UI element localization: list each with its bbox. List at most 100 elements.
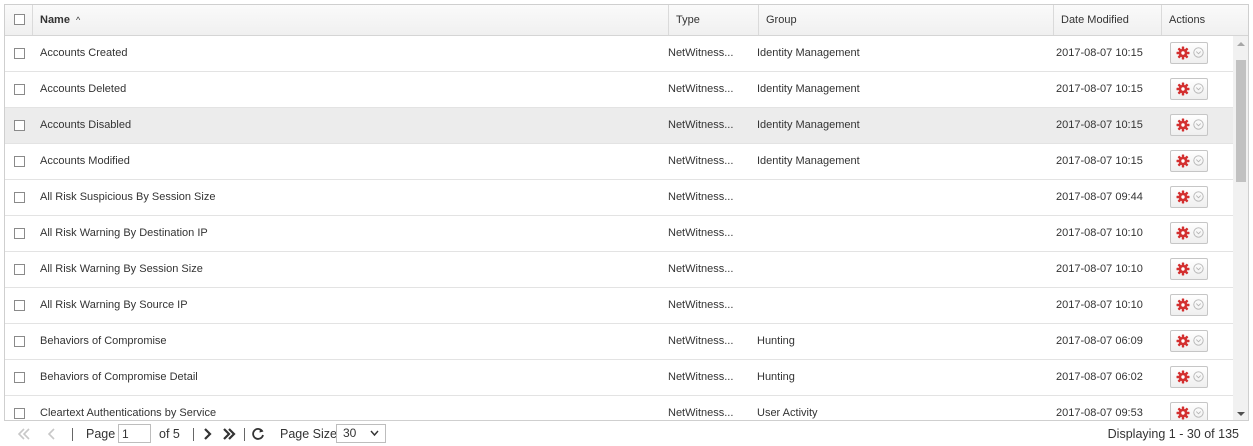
row-checkbox[interactable] bbox=[14, 48, 25, 59]
scrollbar-thumb[interactable] bbox=[1236, 60, 1246, 182]
row-actions-button[interactable] bbox=[1170, 330, 1208, 352]
row-name[interactable]: Accounts Modified bbox=[40, 144, 660, 179]
page-number-input[interactable] bbox=[118, 424, 151, 443]
column-header-name[interactable]: Name ^ bbox=[32, 5, 668, 35]
chevron-down-circle-icon bbox=[1193, 155, 1204, 166]
table-row[interactable]: Accounts Created NetWitness... Identity Ma… bbox=[5, 36, 1233, 72]
row-date-modified: 2017-08-07 10:10 bbox=[1056, 299, 1143, 311]
refresh-icon[interactable] bbox=[250, 426, 266, 442]
chevron-down-circle-icon bbox=[1193, 335, 1204, 346]
row-checkbox[interactable] bbox=[14, 408, 25, 419]
gear-icon bbox=[1176, 190, 1190, 204]
row-group: User Activity bbox=[757, 407, 818, 419]
table-row[interactable]: Accounts Disabled NetWitness... Identity M… bbox=[5, 108, 1233, 144]
chevron-down-circle-icon bbox=[1193, 83, 1204, 94]
row-checkbox[interactable] bbox=[14, 300, 25, 311]
column-header-name-label: Name bbox=[40, 14, 70, 26]
table-row[interactable]: All Risk Warning By Session Size NetWitne… bbox=[5, 252, 1233, 288]
table-row[interactable]: All Risk Warning By Destination IP NetWit… bbox=[5, 216, 1233, 252]
row-name[interactable]: Accounts Created bbox=[40, 36, 660, 71]
column-header-actions: Actions bbox=[1161, 5, 1248, 35]
row-name[interactable]: Behaviors of Compromise bbox=[40, 324, 660, 359]
row-name[interactable]: Cleartext Authentications by Service bbox=[40, 396, 660, 420]
chevron-down-circle-icon bbox=[1193, 371, 1204, 382]
row-date-modified: 2017-08-07 09:44 bbox=[1056, 191, 1143, 203]
row-actions-button[interactable] bbox=[1170, 42, 1208, 64]
row-checkbox[interactable] bbox=[14, 120, 25, 131]
row-type: NetWitness... bbox=[668, 371, 734, 383]
column-header-date-modified[interactable]: Date Modified bbox=[1053, 5, 1161, 35]
table-row[interactable]: All Risk Suspicious By Session Size NetWi… bbox=[5, 180, 1233, 216]
scroll-up-icon[interactable] bbox=[1233, 36, 1249, 52]
row-name[interactable]: Accounts Deleted bbox=[40, 72, 660, 107]
row-type: NetWitness... bbox=[668, 47, 734, 59]
row-actions-button[interactable] bbox=[1170, 402, 1208, 420]
next-page-icon[interactable] bbox=[200, 426, 216, 442]
row-date-modified: 2017-08-07 10:15 bbox=[1056, 119, 1143, 131]
pager-separator bbox=[244, 428, 245, 441]
row-actions-button[interactable] bbox=[1170, 294, 1208, 316]
gear-icon bbox=[1176, 298, 1190, 312]
row-actions-button[interactable] bbox=[1170, 258, 1208, 280]
table-row[interactable]: Accounts Modified NetWitness... Identity M… bbox=[5, 144, 1233, 180]
row-checkbox[interactable] bbox=[14, 192, 25, 203]
row-checkbox[interactable] bbox=[14, 336, 25, 347]
gear-icon bbox=[1176, 154, 1190, 168]
row-type: NetWitness... bbox=[668, 119, 734, 131]
row-actions-button[interactable] bbox=[1170, 78, 1208, 100]
row-date-modified: 2017-08-07 10:15 bbox=[1056, 47, 1143, 59]
row-name[interactable]: Accounts Disabled bbox=[40, 108, 660, 143]
table-row[interactable]: Accounts Deleted NetWitness... Identity Ma… bbox=[5, 72, 1233, 108]
row-actions-button[interactable] bbox=[1170, 366, 1208, 388]
page-size-value: 30 bbox=[343, 426, 357, 440]
row-actions-button[interactable] bbox=[1170, 186, 1208, 208]
row-group: Identity Management bbox=[757, 47, 860, 59]
select-all-checkbox[interactable] bbox=[14, 14, 25, 25]
chevron-down-circle-icon bbox=[1193, 119, 1204, 130]
row-checkbox[interactable] bbox=[14, 84, 25, 95]
vertical-scrollbar[interactable] bbox=[1233, 36, 1249, 421]
chevron-down-circle-icon bbox=[1193, 407, 1204, 418]
row-group: Hunting bbox=[757, 335, 795, 347]
column-header-type[interactable]: Type bbox=[668, 5, 758, 35]
scroll-down-icon[interactable] bbox=[1233, 406, 1249, 421]
table-row[interactable]: Behaviors of Compromise NetWitness... Hunt… bbox=[5, 324, 1233, 360]
chevron-down-circle-icon bbox=[1193, 191, 1204, 202]
row-actions-button[interactable] bbox=[1170, 150, 1208, 172]
pager-separator bbox=[72, 428, 73, 441]
row-name[interactable]: All Risk Suspicious By Session Size bbox=[40, 180, 660, 215]
row-name[interactable]: All Risk Warning By Session Size bbox=[40, 252, 660, 287]
first-page-icon[interactable] bbox=[16, 426, 32, 442]
row-checkbox[interactable] bbox=[14, 372, 25, 383]
row-type: NetWitness... bbox=[668, 407, 734, 419]
row-date-modified: 2017-08-07 10:15 bbox=[1056, 83, 1143, 95]
previous-page-icon[interactable] bbox=[44, 426, 60, 442]
row-group: Identity Management bbox=[757, 155, 860, 167]
table-row[interactable]: All Risk Warning By Source IP NetWitness.… bbox=[5, 288, 1233, 324]
row-checkbox[interactable] bbox=[14, 228, 25, 239]
row-group bbox=[757, 288, 1047, 323]
row-name[interactable]: All Risk Warning By Destination IP bbox=[40, 216, 660, 251]
row-date-modified: 2017-08-07 06:09 bbox=[1056, 335, 1143, 347]
row-group: Identity Management bbox=[757, 119, 860, 131]
gear-icon bbox=[1176, 46, 1190, 60]
table-row[interactable]: Cleartext Authentications by Service NetW… bbox=[5, 396, 1233, 420]
column-header-group[interactable]: Group bbox=[758, 5, 1053, 35]
page-size-select[interactable]: 30 bbox=[336, 424, 386, 443]
last-page-icon[interactable] bbox=[221, 426, 237, 442]
grid-header: Name ^ Type Group Date Modified Actions bbox=[5, 5, 1248, 36]
gear-icon bbox=[1176, 262, 1190, 276]
row-group: Hunting bbox=[757, 371, 795, 383]
row-actions-button[interactable] bbox=[1170, 222, 1208, 244]
row-name[interactable]: All Risk Warning By Source IP bbox=[40, 288, 660, 323]
row-name[interactable]: Behaviors of Compromise Detail bbox=[40, 360, 660, 395]
chevron-down-circle-icon bbox=[1193, 47, 1204, 58]
row-type: NetWitness... bbox=[668, 299, 734, 311]
sort-ascending-icon: ^ bbox=[76, 15, 81, 25]
row-checkbox[interactable] bbox=[14, 156, 25, 167]
table-row[interactable]: Behaviors of Compromise Detail NetWitness… bbox=[5, 360, 1233, 396]
row-checkbox[interactable] bbox=[14, 264, 25, 275]
gear-icon bbox=[1176, 226, 1190, 240]
row-actions-button[interactable] bbox=[1170, 114, 1208, 136]
row-type: NetWitness... bbox=[668, 155, 734, 167]
